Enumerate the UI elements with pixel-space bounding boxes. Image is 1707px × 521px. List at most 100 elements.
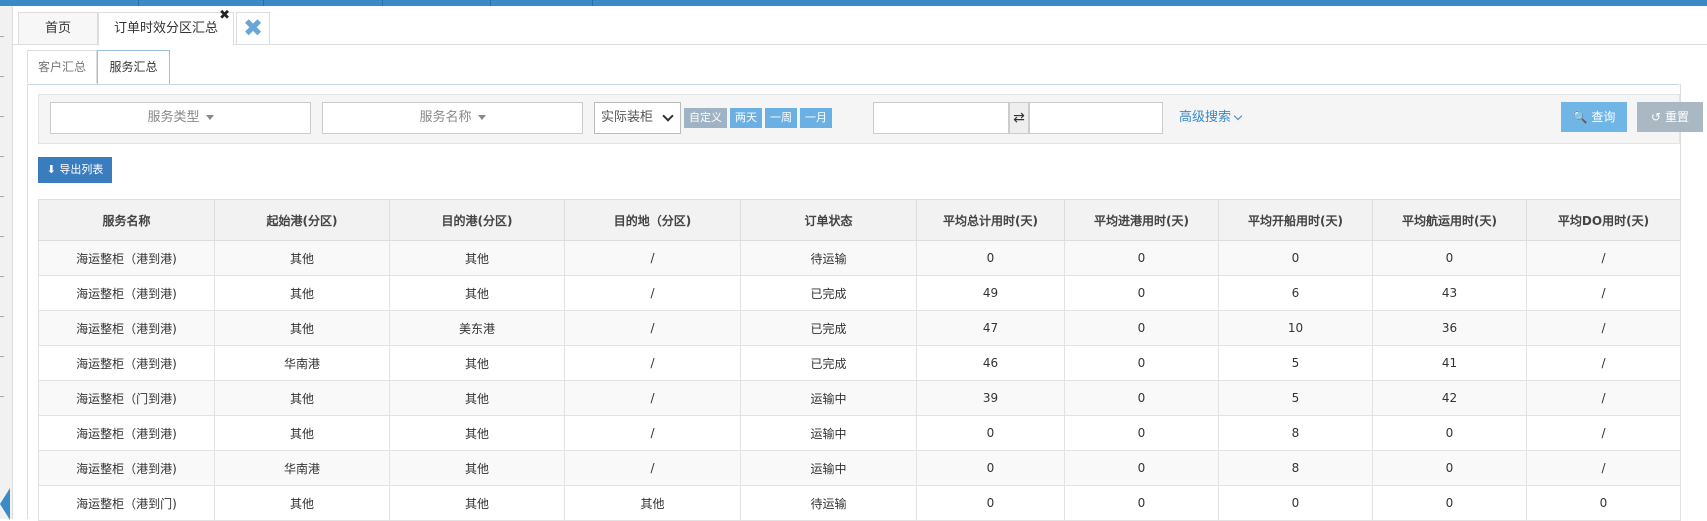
table-header-row: 服务名称 起始港(分区) 目的港(分区) 目的地（分区) 订单状态 平均总计用时… — [38, 199, 1681, 241]
table-cell: 41 — [1372, 345, 1527, 381]
table-cell: 42 — [1372, 380, 1527, 416]
table-cell: / — [1526, 240, 1681, 276]
column-header[interactable]: 平均航运用时(天) — [1372, 199, 1527, 241]
table-cell: 其他 — [389, 450, 565, 486]
table-row[interactable]: 海运整柜（港到门) 其他 其他 其他 待运输 0 0 0 0 0 — [38, 485, 1681, 521]
tab-close-icon[interactable]: ✖ — [219, 5, 230, 27]
subtab-service-summary[interactable]: 服务汇总 — [97, 50, 170, 84]
table-cell: 其他 — [389, 380, 565, 416]
table-cell: 0 — [916, 415, 1065, 451]
column-header[interactable]: 服务名称 — [38, 199, 215, 241]
sidebar-tick — [0, 76, 4, 77]
column-header[interactable]: 订单状态 — [740, 199, 917, 241]
sidebar-toggle-icon[interactable] — [0, 488, 10, 520]
sidebar-tick — [0, 316, 4, 317]
quick-two-days-button[interactable]: 两天 — [730, 108, 762, 128]
sidebar-tick — [0, 276, 4, 277]
column-header[interactable]: 目的港(分区) — [389, 199, 565, 241]
service-type-label: 服务类型 — [147, 110, 200, 125]
caret-down-icon — [477, 115, 486, 120]
table-cell: 0 — [1372, 485, 1527, 521]
table-row[interactable]: 海运整柜（港到港) 其他 美东港 / 已完成 47 0 10 36/ — [38, 310, 1681, 346]
table-cell: 其他 — [214, 240, 390, 276]
sidebar-tick — [0, 36, 4, 37]
table-cell: 49 — [916, 275, 1065, 311]
column-header[interactable]: 目的地（分区) — [564, 199, 741, 241]
advanced-search-link[interactable]: 高级搜索 — [1179, 102, 1243, 134]
table-cell: / — [564, 310, 741, 346]
date-range: ⇄ — [873, 102, 1163, 134]
table-row[interactable]: 海运整柜（港到港) 华南港 其他 / 已完成 46 0 5 41/ — [38, 345, 1681, 381]
table-cell: 海运整柜（门到港) — [38, 380, 215, 416]
chevron-down-icon — [662, 110, 674, 122]
table-cell: 已完成 — [740, 345, 917, 381]
column-header[interactable]: 平均总计用时(天) — [916, 199, 1065, 241]
table-cell: 0 — [1526, 485, 1681, 521]
table-cell: 0 — [1372, 415, 1527, 451]
table-cell: 0 — [1218, 485, 1373, 521]
table-row[interactable]: 海运整柜（门到港) 其他 其他 / 运输中 39 0 5 42/ — [38, 380, 1681, 416]
table-cell: 43 — [1372, 275, 1527, 311]
caret-down-icon — [205, 115, 214, 120]
table-cell: 海运整柜（港到港) — [38, 415, 215, 451]
table-cell: 其他 — [389, 485, 565, 521]
column-header[interactable]: 平均进港用时(天) — [1064, 199, 1219, 241]
table-cell: 0 — [1064, 450, 1219, 486]
sidebar-tick — [0, 236, 4, 237]
table-row[interactable]: 海运整柜（港到港) 其他 其他 / 已完成 49 0 6 43/ — [38, 275, 1681, 311]
table-cell: 其他 — [389, 275, 565, 311]
tab-home[interactable]: 首页 — [18, 12, 98, 44]
quick-one-month-button[interactable]: 一月 — [800, 108, 832, 128]
table-row[interactable]: 海运整柜（港到港) 其他 其他 / 运输中 0 0 8 0/ — [38, 415, 1681, 451]
table-cell: 其他 — [214, 310, 390, 346]
table-row[interactable]: 海运整柜（港到港) 其他 其他 / 待运输 0 0 0 0/ — [38, 240, 1681, 276]
service-type-dropdown[interactable]: 服务类型 — [50, 102, 311, 134]
table-cell: 46 — [916, 345, 1065, 381]
tab-order-timeliness[interactable]: 订单时效分区汇总 ✖ — [98, 8, 234, 45]
table-cell: 8 — [1218, 415, 1373, 451]
reset-button[interactable]: ↺ 重置 — [1637, 102, 1703, 132]
table-cell: 其他 — [389, 240, 565, 276]
query-button[interactable]: 🔍 查询 — [1561, 102, 1627, 132]
chevron-down-icon — [1233, 111, 1243, 121]
advanced-search-label: 高级搜索 — [1179, 110, 1232, 125]
table-cell: 0 — [1372, 450, 1527, 486]
reset-label: 重置 — [1664, 110, 1689, 124]
table-cell: / — [564, 240, 741, 276]
table-cell: / — [1526, 380, 1681, 416]
start-date-input[interactable] — [873, 102, 1009, 134]
table-row[interactable]: 海运整柜（港到港) 华南港 其他 / 运输中 0 0 8 0/ — [38, 450, 1681, 486]
sidebar-tick — [0, 116, 4, 117]
table-cell: 47 — [916, 310, 1065, 346]
close-all-tabs-button[interactable]: ✖ — [236, 12, 270, 44]
table-cell: 0 — [1064, 345, 1219, 381]
column-header[interactable]: 平均开船用时(天) — [1218, 199, 1373, 241]
table-cell: / — [1526, 450, 1681, 486]
service-name-dropdown[interactable]: 服务名称 — [322, 102, 583, 134]
table-cell: 待运输 — [740, 240, 917, 276]
table-cell: 6 — [1218, 275, 1373, 311]
table-cell: 海运整柜（港到港) — [38, 450, 215, 486]
table-cell: 0 — [916, 485, 1065, 521]
swap-icon[interactable]: ⇄ — [1009, 102, 1029, 134]
table-cell: 39 — [916, 380, 1065, 416]
subtab-customer-summary[interactable]: 客户汇总 — [27, 50, 97, 83]
summary-table: 服务名称 起始港(分区) 目的港(分区) 目的地（分区) 订单状态 平均总计用时… — [38, 199, 1681, 521]
export-list-button[interactable]: ⬇ 导出列表 — [38, 157, 112, 183]
column-header[interactable]: 起始港(分区) — [214, 199, 390, 241]
end-date-input[interactable] — [1029, 102, 1163, 134]
table-cell: / — [564, 275, 741, 311]
close-icon: ✖ — [242, 14, 264, 42]
export-label: 导出列表 — [59, 163, 104, 176]
table-cell: 华南港 — [214, 345, 390, 381]
page-tabs: 首页 订单时效分区汇总 ✖ ✖ — [13, 6, 1707, 45]
column-header[interactable]: 平均DO用时(天) — [1526, 199, 1681, 241]
table-cell: 运输中 — [740, 415, 917, 451]
query-label: 查询 — [1591, 110, 1616, 124]
quick-custom-button[interactable]: 自定义 — [684, 108, 727, 128]
service-name-label: 服务名称 — [419, 110, 472, 125]
table-cell: 0 — [1218, 240, 1373, 276]
quick-one-week-button[interactable]: 一周 — [765, 108, 797, 128]
search-panel: 服务类型 服务名称 实际装柜 自定义 两天 一周 一月 ⇄ 高级搜索 🔍 查询 … — [38, 94, 1703, 144]
date-type-select[interactable]: 实际装柜 — [594, 102, 681, 134]
